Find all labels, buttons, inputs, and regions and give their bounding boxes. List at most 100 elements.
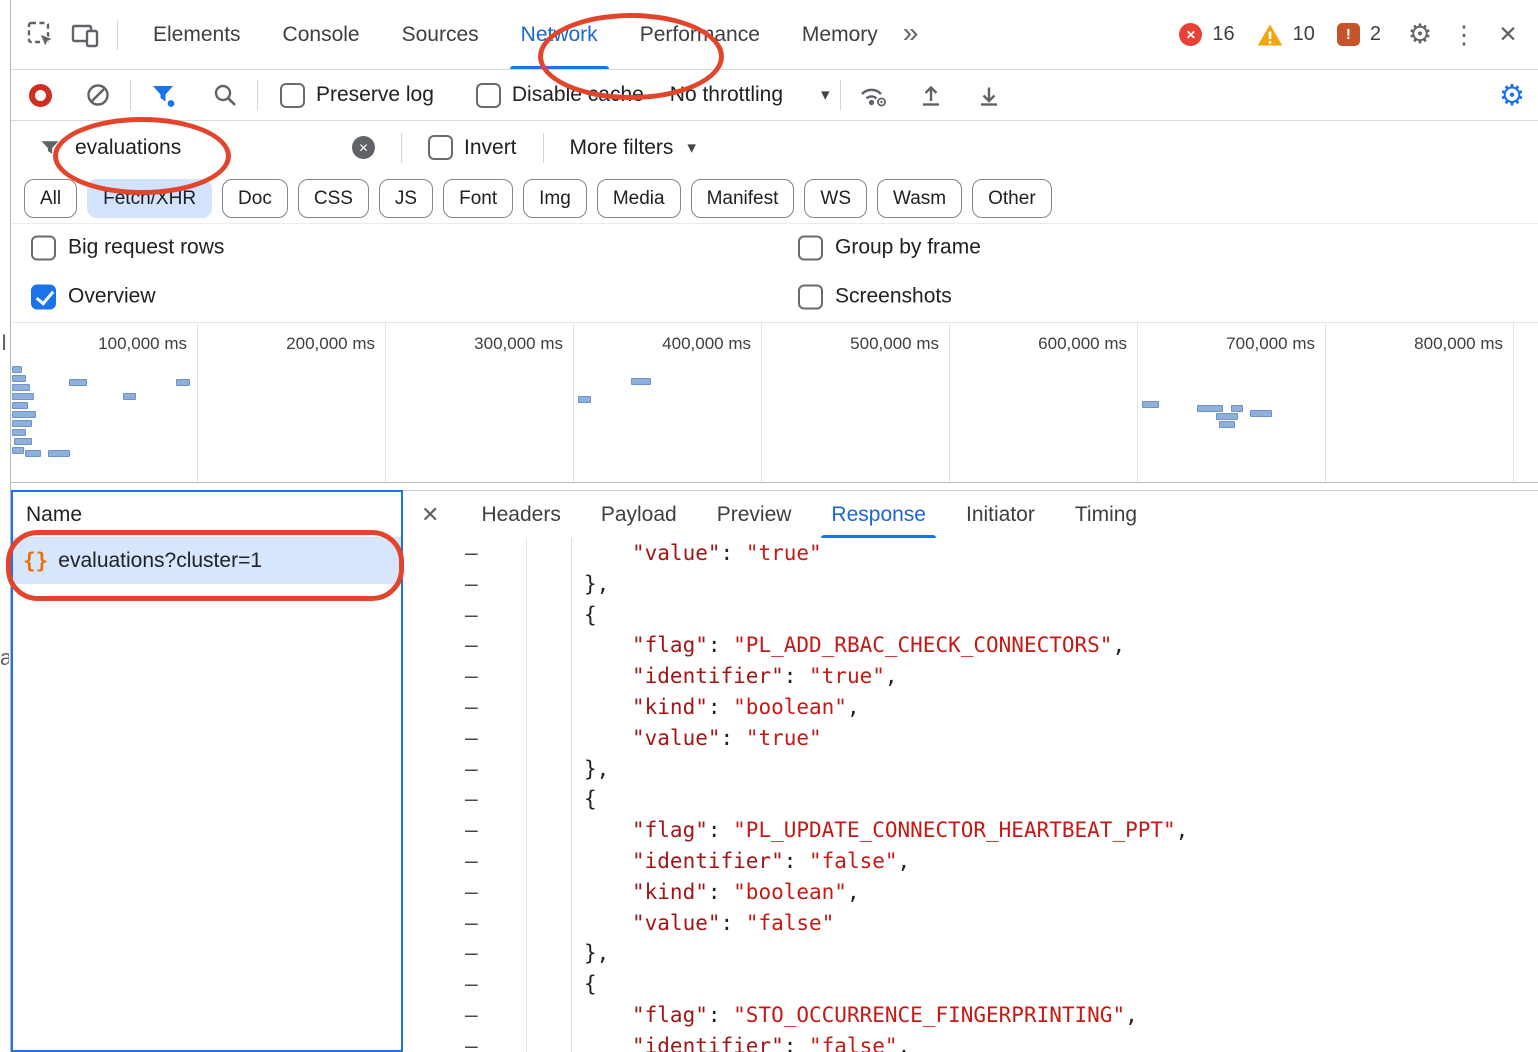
code-line: –}, bbox=[403, 754, 1538, 785]
tab-memory[interactable]: Memory bbox=[781, 0, 899, 69]
screenshots-toggle[interactable]: Screenshots bbox=[798, 284, 952, 309]
chip-media[interactable]: Media bbox=[597, 179, 681, 218]
screenshots-label: Screenshots bbox=[835, 285, 952, 309]
more-tabs-chevron-icon[interactable]: » bbox=[903, 17, 919, 49]
filter-funnel-icon[interactable] bbox=[141, 73, 185, 117]
chip-doc[interactable]: Doc bbox=[222, 179, 288, 218]
kebab-menu-icon[interactable]: ⋮ bbox=[1447, 18, 1481, 52]
tab-elements[interactable]: Elements bbox=[132, 0, 262, 69]
issues-count[interactable]: 2 bbox=[1370, 23, 1381, 46]
preserve-log-toggle[interactable]: Preserve log bbox=[280, 83, 434, 108]
overview-toggle[interactable]: Overview bbox=[31, 284, 156, 309]
preserve-log-checkbox[interactable] bbox=[280, 83, 305, 108]
chip-wasm[interactable]: Wasm bbox=[877, 179, 962, 218]
chip-manifest[interactable]: Manifest bbox=[691, 179, 795, 218]
big-request-rows-checkbox[interactable] bbox=[31, 235, 56, 260]
timeline-gridline bbox=[385, 323, 386, 482]
filter-input-value[interactable]: evaluations bbox=[75, 136, 181, 160]
disable-cache-toggle[interactable]: Disable cache bbox=[476, 83, 644, 108]
close-detail-icon[interactable]: ✕ bbox=[421, 502, 439, 528]
code-line: –{ bbox=[403, 600, 1538, 631]
tab-console[interactable]: Console bbox=[262, 0, 381, 69]
timeline-request-bar bbox=[25, 450, 41, 457]
throttling-select[interactable]: No throttling ▾ bbox=[670, 83, 830, 107]
detail-tabbar: ✕ HeadersPayloadPreviewResponseInitiator… bbox=[403, 491, 1538, 539]
clear-network-log-icon[interactable] bbox=[76, 73, 120, 117]
toggle-device-toolbar-icon[interactable] bbox=[63, 13, 107, 57]
error-count[interactable]: 16 bbox=[1212, 23, 1234, 46]
overview-checkbox[interactable] bbox=[31, 284, 56, 309]
requests-table: Name {}evaluations?cluster=1 bbox=[11, 490, 403, 1052]
timeline-gridline bbox=[761, 323, 762, 482]
disable-cache-checkbox[interactable] bbox=[476, 83, 501, 108]
network-conditions-icon[interactable] bbox=[851, 73, 895, 117]
close-devtools-icon[interactable]: ✕ bbox=[1491, 18, 1525, 52]
record-network-log-button[interactable] bbox=[29, 84, 52, 107]
preserve-log-label: Preserve log bbox=[316, 83, 434, 107]
detail-tab-initiator[interactable]: Initiator bbox=[946, 491, 1055, 538]
code-line: –{ bbox=[403, 969, 1538, 1000]
invert-filter-toggle[interactable]: Invert bbox=[428, 135, 517, 160]
code-line: –"identifier": "true", bbox=[403, 661, 1538, 692]
detail-tab-headers[interactable]: Headers bbox=[461, 491, 580, 538]
timeline-tick-label: 300,000 ms bbox=[403, 334, 563, 354]
tab-network[interactable]: Network bbox=[500, 0, 619, 69]
import-har-icon[interactable] bbox=[909, 73, 953, 117]
response-viewer[interactable]: –"value": "true"–},–{–"flag": "PL_ADD_RB… bbox=[403, 538, 1538, 1052]
more-filters-label: More filters bbox=[570, 136, 674, 160]
request-row[interactable]: {}evaluations?cluster=1 bbox=[13, 538, 401, 584]
chip-css[interactable]: CSS bbox=[298, 179, 369, 218]
line-gutter-marker: – bbox=[403, 692, 526, 723]
timeline-request-bar bbox=[69, 379, 87, 386]
detail-tab-response[interactable]: Response bbox=[811, 491, 946, 538]
chip-ws[interactable]: WS bbox=[804, 179, 867, 218]
line-gutter-marker: – bbox=[403, 877, 526, 908]
chip-font[interactable]: Font bbox=[443, 179, 513, 218]
divider bbox=[257, 80, 258, 110]
chip-img[interactable]: Img bbox=[523, 179, 587, 218]
issues-icon[interactable]: ! bbox=[1337, 23, 1360, 46]
request-list: {}evaluations?cluster=1 bbox=[13, 538, 401, 584]
code-line: –{ bbox=[403, 784, 1538, 815]
warning-count[interactable]: 10 bbox=[1293, 23, 1315, 46]
big-request-rows-toggle[interactable]: Big request rows bbox=[31, 235, 224, 260]
invert-checkbox[interactable] bbox=[428, 135, 453, 160]
search-icon[interactable] bbox=[203, 73, 247, 117]
timeline-request-bar bbox=[631, 378, 651, 385]
warning-triangle-icon[interactable] bbox=[1257, 23, 1283, 47]
more-filters-button[interactable]: More filters ▾ bbox=[570, 136, 696, 160]
error-badge-icon[interactable]: ✕ bbox=[1179, 23, 1202, 46]
chip-all[interactable]: All bbox=[24, 179, 77, 218]
name-column-header[interactable]: Name bbox=[13, 492, 401, 538]
group-by-frame-toggle[interactable]: Group by frame bbox=[798, 235, 981, 260]
timeline-request-bar bbox=[1216, 413, 1238, 420]
group-by-frame-checkbox[interactable] bbox=[798, 235, 823, 260]
timeline-request-bar bbox=[12, 402, 28, 409]
inspect-element-icon[interactable] bbox=[19, 13, 63, 57]
clear-filter-icon[interactable]: ✕ bbox=[352, 136, 375, 159]
tab-performance[interactable]: Performance bbox=[619, 0, 781, 69]
tab-sources[interactable]: Sources bbox=[381, 0, 500, 69]
detail-tab-payload[interactable]: Payload bbox=[581, 491, 697, 538]
screenshots-checkbox[interactable] bbox=[798, 284, 823, 309]
chip-fetch-xhr[interactable]: Fetch/XHR bbox=[87, 179, 212, 218]
chip-other[interactable]: Other bbox=[972, 179, 1052, 218]
invert-label: Invert bbox=[464, 136, 517, 160]
page-behind-fragment: a bbox=[0, 645, 9, 671]
timeline-tick-label: 600,000 ms bbox=[967, 334, 1127, 354]
network-settings-gear-icon[interactable]: ⚙ bbox=[1495, 78, 1529, 112]
timeline-overview[interactable]: 100,000 ms200,000 ms300,000 ms400,000 ms… bbox=[11, 322, 1538, 483]
filter-input[interactable]: evaluations ✕ bbox=[75, 136, 375, 160]
detail-tab-preview[interactable]: Preview bbox=[697, 491, 812, 538]
settings-gear-icon[interactable]: ⚙ bbox=[1403, 18, 1437, 52]
export-har-icon[interactable] bbox=[967, 73, 1011, 117]
detail-tab-timing[interactable]: Timing bbox=[1055, 491, 1157, 538]
timeline-tick-label: 800,000 ms bbox=[1343, 334, 1503, 354]
type-filter-chips: All Fetch/XHR Doc CSS JS Font Img Media Manifest… bbox=[11, 174, 1538, 224]
code-line: –"value": "true" bbox=[403, 723, 1538, 754]
line-gutter-marker: – bbox=[403, 815, 526, 846]
divider bbox=[840, 80, 841, 110]
timeline-request-bar bbox=[176, 379, 190, 386]
chip-js[interactable]: JS bbox=[379, 179, 433, 218]
issues-exclamation-glyph: ! bbox=[1346, 26, 1351, 43]
